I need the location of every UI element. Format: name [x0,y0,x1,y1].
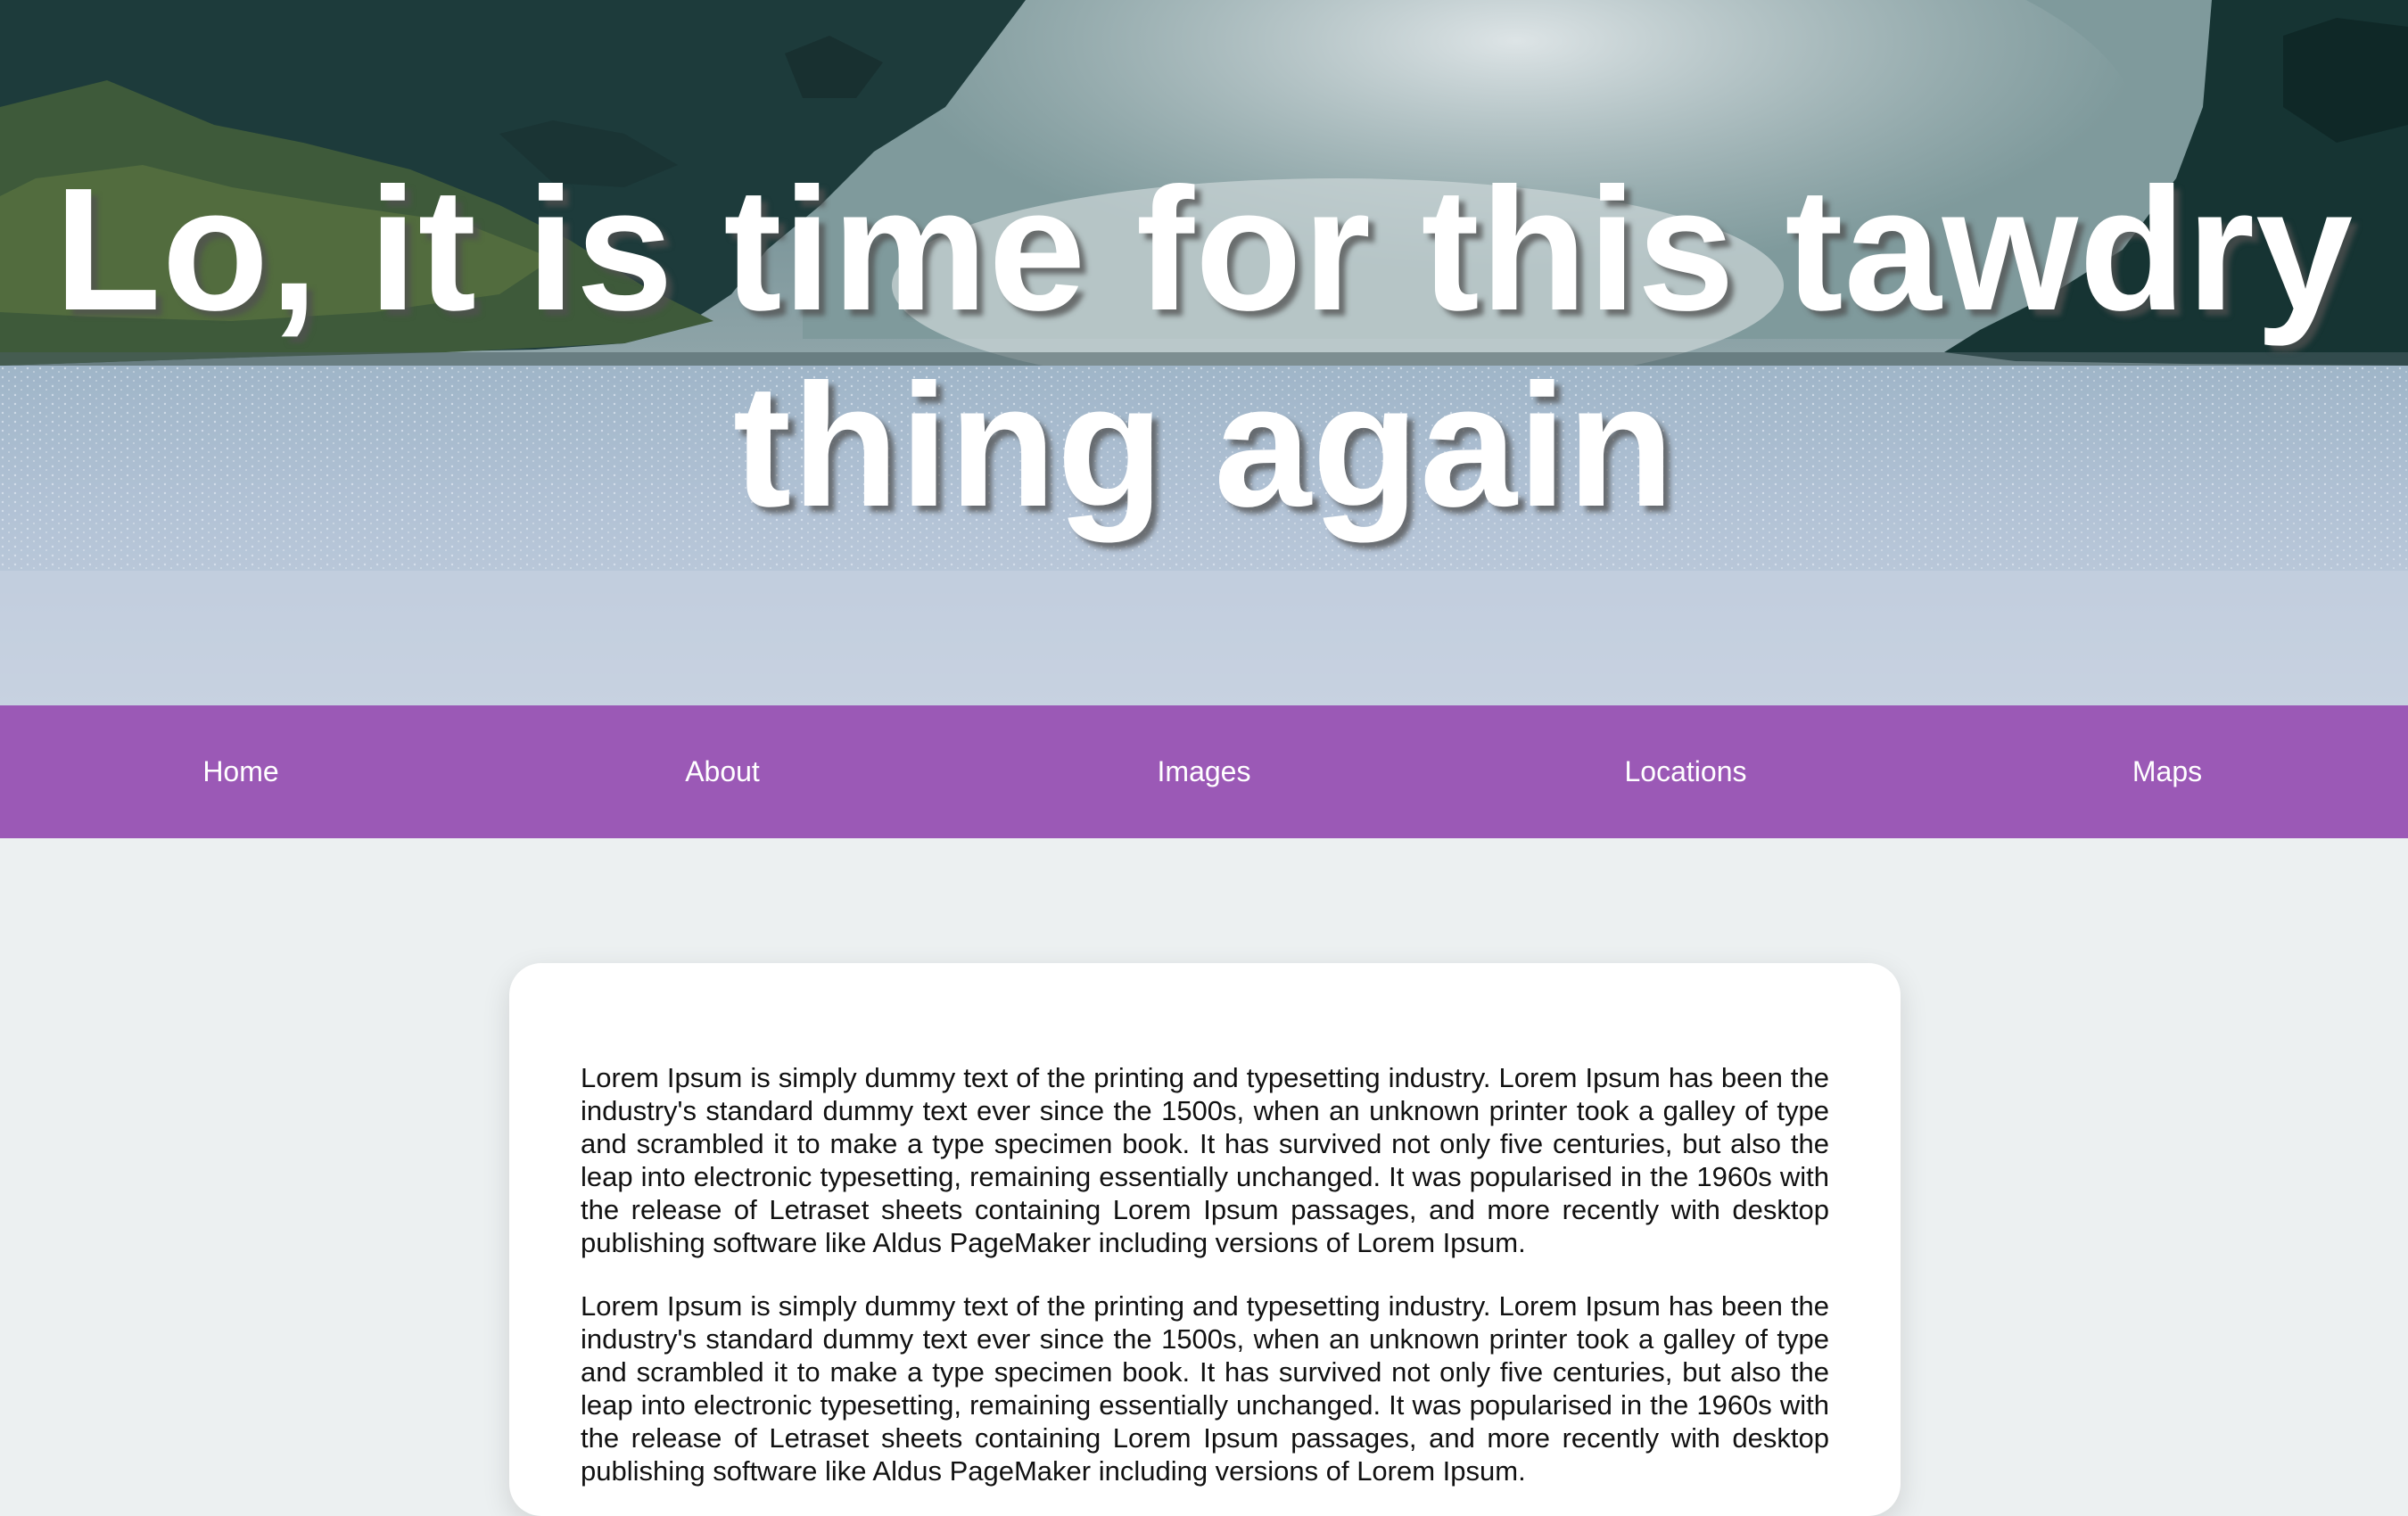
hero-banner: Lo, it is time for this tawdry thing aga… [0,0,2408,705]
main-navigation: Home About Images Locations Maps [0,705,2408,838]
nav-item-locations[interactable]: Locations [1445,755,1926,788]
nav-item-maps[interactable]: Maps [1926,755,2408,788]
hero-title: Lo, it is time for this tawdry thing aga… [54,152,2354,543]
nav-item-home[interactable]: Home [0,755,482,788]
content-paragraph: Lorem Ipsum is simply dummy text of the … [581,1062,1829,1258]
nav-item-about[interactable]: About [482,755,963,788]
nav-item-images[interactable]: Images [963,755,1445,788]
content-card: Lorem Ipsum is simply dummy text of the … [509,963,1901,1516]
content-paragraph: Lorem Ipsum is simply dummy text of the … [581,1290,1829,1487]
